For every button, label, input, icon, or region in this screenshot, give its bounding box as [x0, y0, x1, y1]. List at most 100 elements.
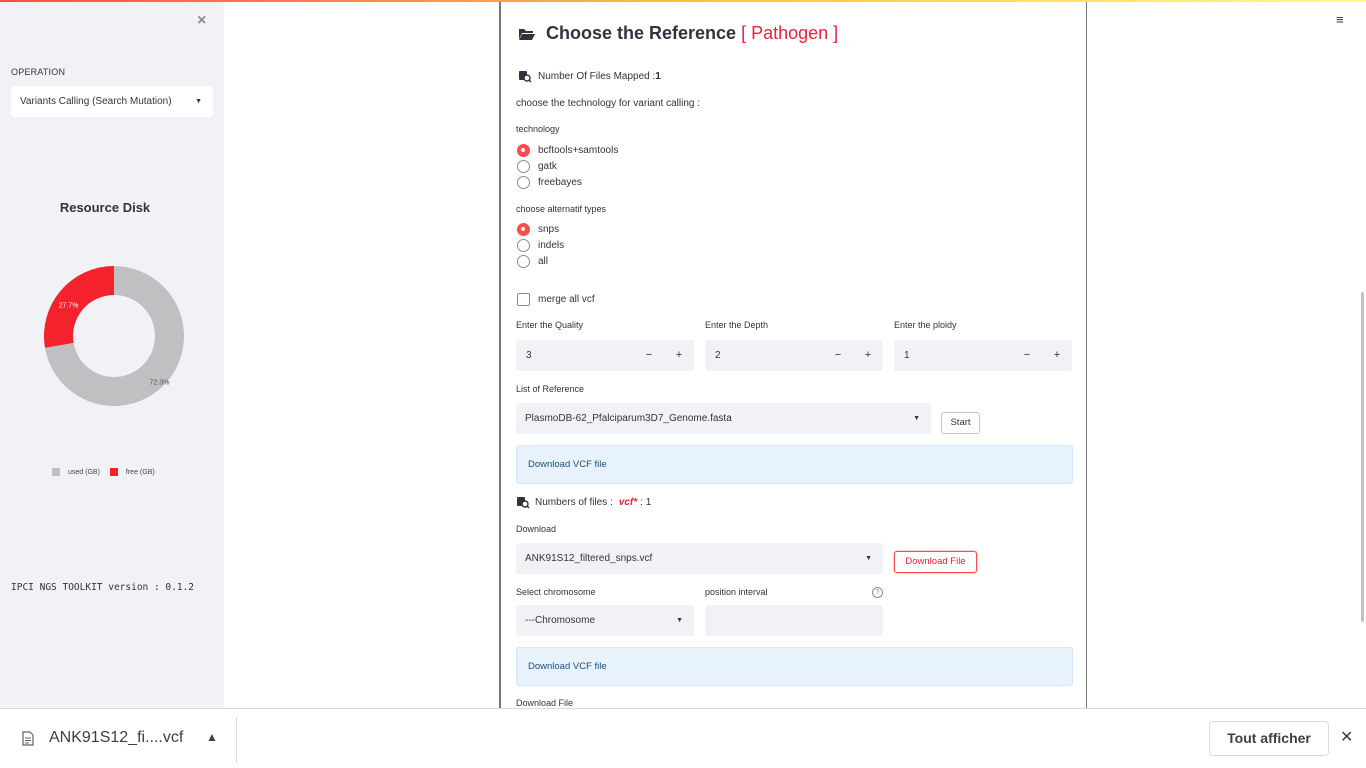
quality-decrement-button[interactable]: −: [634, 340, 664, 371]
close-download-bar-icon[interactable]: ✕: [1340, 727, 1353, 747]
chevron-up-icon[interactable]: ▲: [206, 730, 218, 744]
page-title: Choose the Reference [ Pathogen ]: [518, 23, 838, 44]
download-vcf-link-box[interactable]: Download VCF file: [516, 445, 1073, 484]
files-mapped-row: Number Of Files Mapped : 1: [518, 70, 661, 83]
radio-circle: [517, 223, 530, 236]
donut-label-free: 27.7%: [59, 303, 79, 310]
download-file-label: Download File: [516, 698, 574, 708]
radio-alt-indels[interactable]: indels: [517, 239, 564, 252]
help-icon[interactable]: ?: [872, 587, 883, 598]
radio-alt-all[interactable]: all: [517, 255, 548, 268]
legend-swatch-used: [52, 468, 60, 476]
show-all-downloads-button[interactable]: Tout afficher: [1209, 721, 1329, 756]
donut-slice-free: [44, 266, 114, 348]
num-files-label: Numbers of files :: [535, 497, 613, 508]
resource-disk-title: Resource Disk: [59, 200, 151, 215]
radio-label: freebayes: [538, 177, 582, 188]
reference-label: List of Reference: [516, 384, 585, 394]
radio-alt-snps[interactable]: snps: [517, 223, 559, 236]
reference-select[interactable]: PlasmoDB-62_Pfalciparum3D7_Genome.fasta …: [516, 403, 931, 434]
download-vcf-link[interactable]: Download VCF file: [528, 459, 607, 470]
chart-legend: used (GB) free (GB): [52, 468, 155, 476]
chevron-down-icon: ▼: [865, 555, 872, 562]
radio-label: snps: [538, 224, 560, 235]
radio-label: indels: [538, 240, 565, 251]
ploidy-decrement-button[interactable]: −: [1012, 340, 1042, 371]
alt-types-label: choose alternatif types: [516, 204, 607, 214]
download-vcf-link-box-2[interactable]: Download VCF file: [516, 647, 1073, 686]
file-icon: [22, 731, 34, 746]
legend-swatch-free: [109, 468, 118, 476]
merge-vcf-label: merge all vcf: [538, 294, 595, 305]
download-file-select[interactable]: ANK91S12_filtered_snps.vcf ▼: [516, 543, 883, 574]
downloaded-file-name[interactable]: ANK91S12_fi....vcf: [49, 729, 183, 747]
chevron-down-icon: ▼: [195, 98, 202, 105]
chevron-down-icon: ▼: [676, 617, 683, 624]
depth-input[interactable]: 2 − +: [705, 340, 883, 371]
ploidy-value: 1: [904, 350, 910, 361]
quality-value: 3: [526, 350, 532, 361]
radio-technology-gatk[interactable]: gatk: [517, 160, 557, 173]
ploidy-increment-button[interactable]: +: [1042, 340, 1072, 371]
quality-increment-button[interactable]: +: [664, 340, 694, 371]
position-interval-label: position interval: [705, 587, 768, 597]
chevron-down-icon: ▼: [913, 415, 920, 422]
close-sidebar-icon[interactable]: ×: [197, 12, 206, 30]
depth-decrement-button[interactable]: −: [823, 340, 853, 371]
ploidy-input[interactable]: 1 − +: [894, 340, 1072, 371]
chromosome-select[interactable]: ---Chromosome ▼: [516, 605, 694, 636]
hamburger-menu-icon[interactable]: ≡: [1336, 12, 1344, 27]
checkbox-box: [517, 293, 530, 306]
files-mapped-count: 1: [655, 71, 661, 82]
page-scrollbar[interactable]: [1361, 292, 1364, 622]
download-label: Download: [516, 524, 557, 534]
page-title-accent: [ Pathogen ]: [741, 23, 839, 43]
radio-circle: [517, 176, 530, 189]
technology-label: technology: [516, 124, 560, 134]
sidebar: × OPERATION Variants Calling (Search Mut…: [0, 2, 224, 708]
technology-prompt: choose the technology for variant callin…: [516, 98, 700, 109]
download-bar: ANK91S12_fi....vcf ▲ Tout afficher ✕: [0, 708, 1366, 768]
legend-label-used: used (GB): [68, 468, 100, 476]
depth-value: 2: [715, 350, 721, 361]
quality-label: Enter the Quality: [516, 320, 584, 330]
files-search-icon: [519, 71, 532, 83]
operation-select-value: Variants Calling (Search Mutation): [20, 96, 172, 107]
radio-circle: [517, 160, 530, 173]
legend-item-free: free (GB): [109, 468, 155, 476]
reference-select-value: PlasmoDB-62_Pfalciparum3D7_Genome.fasta: [525, 413, 732, 424]
chromosome-select-value: ---Chromosome: [525, 615, 596, 626]
download-file-button[interactable]: Download File: [894, 551, 977, 573]
resource-disk-donut-chart: 72.3% 27.7%: [44, 266, 185, 406]
start-button[interactable]: Start: [941, 412, 980, 434]
operation-label: OPERATION: [11, 67, 66, 77]
num-files-count: : 1: [640, 497, 652, 508]
chromosome-label: Select chromosome: [516, 587, 596, 597]
download-vcf-link-2[interactable]: Download VCF file: [528, 661, 607, 672]
page-title-text: Choose the Reference: [546, 23, 737, 43]
merge-vcf-checkbox[interactable]: merge all vcf: [517, 293, 595, 306]
version-text: IPCI NGS TOOLKIT version : 0.1.2: [11, 582, 195, 593]
quality-input[interactable]: 3 − +: [516, 340, 694, 371]
radio-label: all: [538, 256, 549, 267]
radio-technology-bcftools[interactable]: bcftools+samtools: [517, 144, 618, 157]
radio-label: bcftools+samtools: [538, 145, 619, 156]
main-panel: Choose the Reference [ Pathogen ] Number…: [499, 2, 1087, 708]
num-files-type: vcf*: [618, 497, 638, 508]
radio-circle: [517, 144, 530, 157]
files-mapped-label: Number Of Files Mapped :: [538, 71, 656, 82]
radio-circle: [517, 239, 530, 252]
depth-label: Enter the Depth: [705, 320, 769, 330]
legend-label-free: free (GB): [125, 468, 155, 476]
radio-technology-freebayes[interactable]: freebayes: [517, 176, 582, 189]
download-bar-divider: [236, 717, 237, 763]
operation-select[interactable]: Variants Calling (Search Mutation) ▼: [11, 86, 213, 117]
ploidy-label: Enter the ploidy: [894, 320, 957, 330]
position-interval-input[interactable]: [705, 605, 883, 636]
radio-circle: [517, 255, 530, 268]
folder-open-icon: [519, 28, 535, 40]
donut-label-used: 72.3%: [150, 379, 170, 386]
files-search-icon: [517, 497, 530, 509]
depth-increment-button[interactable]: +: [853, 340, 883, 371]
legend-item-used: used (GB): [52, 468, 100, 476]
